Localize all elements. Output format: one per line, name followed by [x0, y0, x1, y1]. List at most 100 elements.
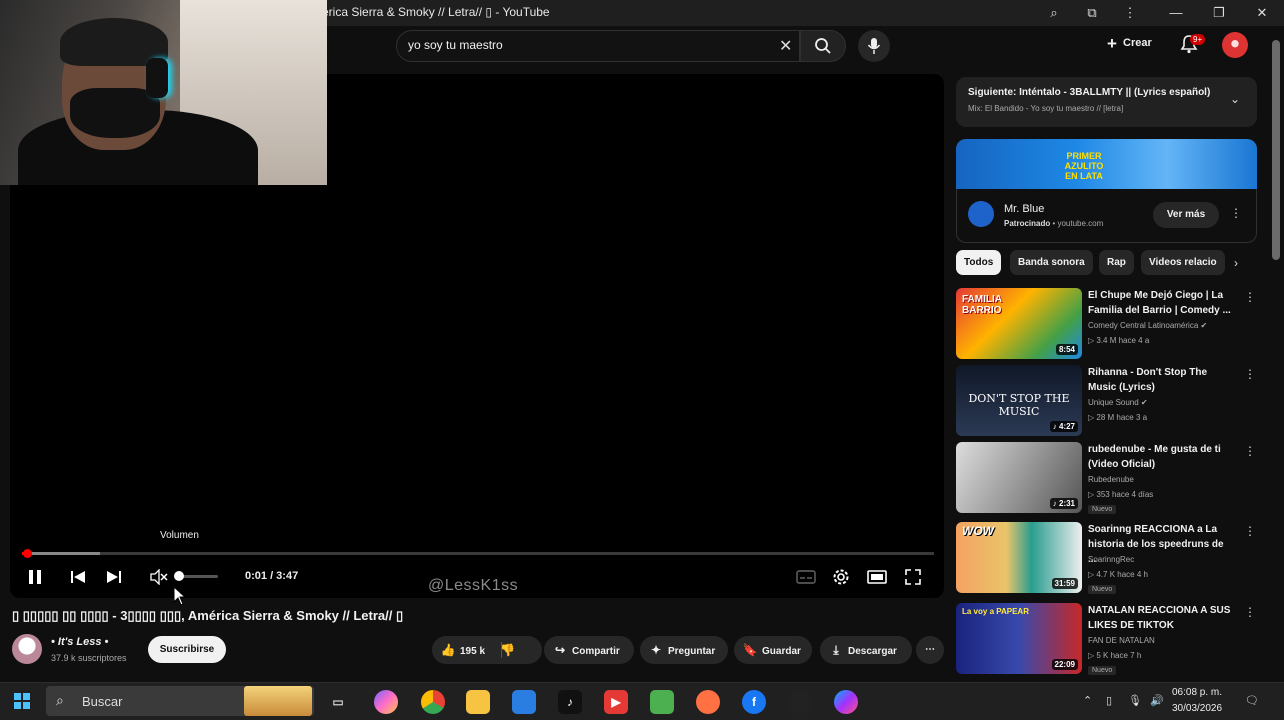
outlook-icon[interactable] [512, 690, 536, 714]
taskbar-clock-time[interactable]: 06:08 p. m. [1172, 687, 1222, 698]
chevron-right-icon[interactable]: › [1234, 256, 1238, 270]
taskbar-clock-date[interactable]: 30/03/2026 [1172, 703, 1222, 714]
volume-tray-icon[interactable]: 🔊 [1150, 694, 1164, 707]
menu-dots-icon[interactable]: ⋮ [1120, 3, 1140, 23]
share-button[interactable]: ↪ Compartir [544, 636, 634, 664]
rec-channel[interactable]: Unique Sound ✔ [1088, 398, 1148, 407]
create-label: Crear [1123, 37, 1152, 49]
youtube-app-icon[interactable]: ▶ [604, 690, 628, 714]
volume-muted-icon[interactable] [150, 569, 168, 585]
progress-scrubber-handle[interactable] [22, 549, 32, 558]
settings-gear-icon[interactable] [832, 568, 850, 586]
minimize-icon[interactable]: — [1166, 3, 1186, 23]
tray-chevron-up-icon[interactable]: ⌃ [1083, 694, 1092, 707]
create-button[interactable]: + Crear [1107, 32, 1152, 58]
thumbs-down-icon[interactable]: 👎 [500, 636, 516, 664]
previous-icon[interactable] [70, 569, 86, 585]
download-button[interactable]: ⤓ Descargar [820, 636, 912, 664]
bookmark-icon: 🔖 [742, 643, 758, 657]
microphone-tray-icon[interactable]: 🎙 [1128, 694, 1142, 707]
browser-search-icon[interactable]: ⌕ [1044, 3, 1064, 23]
rec-more-icon[interactable]: ⋮ [1244, 444, 1256, 458]
plus-icon: + [1107, 34, 1117, 53]
progress-buffer [22, 552, 100, 555]
like-count[interactable]: 195 k [460, 646, 485, 657]
rec-title[interactable]: El Chupe Me Dejó Ciego | La Familia del … [1088, 288, 1234, 318]
chrome-icon[interactable] [421, 690, 445, 714]
search-input-value[interactable]: yo soy tu maestro [408, 38, 503, 52]
rec-channel[interactable]: SoarinngRec [1088, 555, 1134, 564]
account-avatar[interactable] [1222, 32, 1248, 58]
tiktok-icon[interactable]: ♪ [558, 690, 582, 714]
rec-title[interactable]: NATALAN REACCIONA A SUS LIKES DE TIKTOK [1088, 603, 1234, 633]
rec-more-icon[interactable]: ⋮ [1244, 367, 1256, 381]
voice-search-button[interactable] [858, 30, 890, 62]
more-actions-button[interactable]: ⋯ [916, 636, 944, 664]
theater-mode-icon[interactable] [867, 569, 887, 585]
channel-avatar[interactable] [12, 634, 42, 664]
next-up-title[interactable]: Siguiente: Inténtalo - 3BALLMTY || (Lyri… [968, 87, 1210, 98]
app-icon[interactable] [696, 690, 720, 714]
ad-advertiser-name[interactable]: Mr. Blue [1004, 203, 1044, 215]
chip-videos-relacionados[interactable]: Videos relacio [1141, 250, 1225, 275]
app-icon[interactable] [788, 690, 812, 714]
fullscreen-icon[interactable] [905, 569, 921, 585]
mouse-cursor-icon [173, 586, 186, 606]
ad-more-options-icon[interactable]: ⋮ [1230, 206, 1242, 220]
search-button[interactable] [800, 30, 846, 62]
channel-name[interactable]: • It's Less • [51, 636, 108, 648]
next-up-panel[interactable] [956, 77, 1257, 127]
facebook-icon[interactable]: f [742, 690, 766, 714]
rec-thumbnail[interactable]: ♪ 2:31 [956, 442, 1082, 513]
subtitles-icon[interactable] [796, 569, 816, 585]
rec-channel[interactable]: FAN DE NATALAN [1088, 636, 1155, 645]
rec-thumbnail[interactable]: DON'T STOP THE MUSIC ♪ 4:27 [956, 365, 1082, 436]
chip-banda-sonora[interactable]: Banda sonora [1010, 250, 1093, 275]
volume-slider-handle[interactable] [174, 571, 184, 581]
file-explorer-icon[interactable] [466, 690, 490, 714]
search-highlight-image[interactable] [244, 686, 312, 716]
ad-see-more-button[interactable]: Ver más [1153, 202, 1219, 228]
next-up-subtitle: Mix: El Bandido - Yo soy tu maestro // [… [968, 104, 1124, 113]
chevron-down-icon[interactable]: ⌄ [1230, 92, 1240, 106]
rec-more-icon[interactable]: ⋮ [1244, 605, 1256, 619]
maximize-icon[interactable]: ❐ [1209, 3, 1229, 23]
download-label: Descargar [848, 646, 897, 657]
minecraft-icon[interactable] [650, 690, 674, 714]
rec-thumbnail[interactable]: WOW 31:59 [956, 522, 1082, 593]
rec-new-badge: Nuevo [1088, 585, 1117, 594]
rec-title[interactable]: rubedenube - Me gusta de ti (Video Ofici… [1088, 442, 1234, 472]
clear-search-icon[interactable]: ✕ [779, 36, 792, 56]
rec-more-icon[interactable]: ⋮ [1244, 290, 1256, 304]
chip-rap[interactable]: Rap [1099, 250, 1134, 275]
extensions-icon[interactable]: ⧉ [1082, 3, 1102, 23]
network-icon[interactable]: ▯ [1106, 694, 1112, 707]
ask-button[interactable]: ✦ Preguntar [640, 636, 728, 664]
rec-channel[interactable]: Rubedenube [1088, 475, 1134, 484]
windows-start-icon[interactable] [14, 693, 30, 709]
subscribe-button[interactable]: Suscribirse [148, 636, 226, 663]
taskbar-search-label[interactable]: Buscar [82, 694, 122, 709]
thumbs-up-icon[interactable]: 👍 [440, 636, 456, 664]
rec-channel[interactable]: Comedy Central Latinoamérica ✔ [1088, 321, 1207, 330]
messenger-icon[interactable] [834, 690, 858, 714]
save-button[interactable]: 🔖 Guardar [734, 636, 812, 664]
rec-thumbnail[interactable]: FAMILIA BARRIO 8:54 [956, 288, 1082, 359]
rec-more-icon[interactable]: ⋮ [1244, 524, 1256, 538]
next-icon[interactable] [106, 569, 122, 585]
page-scrollbar[interactable] [1272, 40, 1280, 260]
copilot-icon[interactable] [374, 690, 398, 714]
task-view-icon[interactable]: ▭ [326, 690, 350, 714]
channel-subscriber-count: 37.9 k suscriptores [51, 653, 127, 663]
share-label: Compartir [572, 646, 620, 657]
chip-todos[interactable]: Todos [956, 250, 1002, 275]
rec-title[interactable]: Rihanna - Don't Stop The Music (Lyrics) [1088, 365, 1234, 395]
rec-thumbnail[interactable]: La voy a PAPEAR 22:09 [956, 603, 1082, 674]
volume-slider[interactable] [178, 575, 218, 578]
close-window-icon[interactable]: ✕ [1252, 3, 1272, 23]
ad-advertiser-logo[interactable] [968, 201, 994, 227]
progress-bar[interactable] [22, 552, 934, 555]
notifications-tray-icon[interactable]: 🗨 [1245, 694, 1259, 707]
pause-icon[interactable] [28, 569, 42, 585]
rec-meta: ▷ 5 K hace 7 h [1088, 651, 1142, 660]
